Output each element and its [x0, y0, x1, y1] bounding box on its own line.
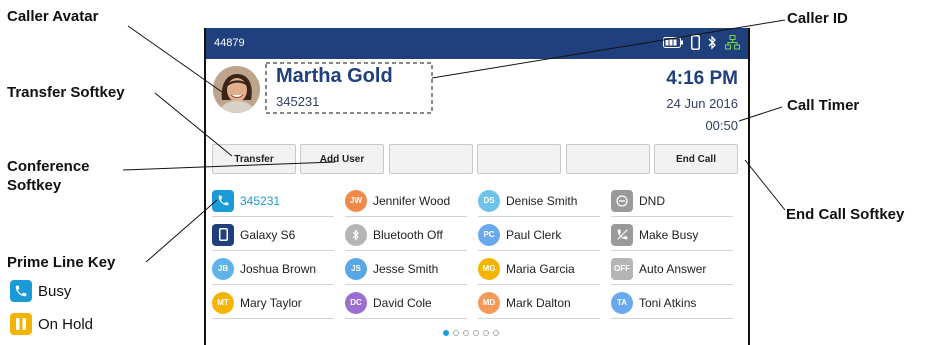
line-key-label: 345231	[240, 193, 281, 208]
line-key[interactable]: MD Mark Dalton	[478, 287, 600, 319]
line-key-label: Auto Answer	[639, 261, 707, 276]
contact-badge: MG	[478, 257, 500, 280]
page-dot[interactable]	[483, 330, 489, 336]
line-key[interactable]: Bluetooth Off	[345, 219, 467, 251]
phone-handset-icon	[10, 280, 32, 302]
line-key[interactable]: Galaxy S6	[212, 219, 334, 251]
contact-badge: MT	[212, 291, 234, 314]
mobile-phone-icon	[691, 35, 700, 50]
annotation-conference-softkey-line2: Softkey	[7, 177, 62, 194]
battery-icon	[663, 37, 683, 48]
line-key[interactable]: JS Jesse Smith	[345, 253, 467, 285]
call-timer: 00:50	[705, 118, 738, 133]
extension-number: 44879	[214, 37, 245, 49]
page-dot[interactable]	[473, 330, 479, 336]
line-key-label: Jennifer Wood	[373, 193, 451, 208]
annotation-caller-id: Caller ID	[787, 10, 848, 27]
legend-busy: Busy	[10, 280, 71, 302]
contact-badge: TA	[611, 291, 633, 314]
softkey-blank-4[interactable]	[477, 144, 561, 174]
caller-number: 345231	[276, 94, 320, 109]
contact-badge: PC	[478, 223, 500, 246]
bluetooth-icon	[345, 223, 367, 246]
line-key-label: Maria Garcia	[506, 261, 575, 276]
pause-icon	[10, 313, 32, 335]
annotation-call-timer: Call Timer	[787, 97, 860, 114]
caller-avatar	[213, 66, 260, 113]
line-key-label: DND	[639, 193, 665, 208]
status-bar: 44879	[206, 28, 748, 59]
softkey-transfer[interactable]: Transfer	[212, 144, 296, 174]
date: 24 Jun 2016	[666, 96, 738, 111]
line-key-label: Joshua Brown	[240, 261, 317, 276]
line-key[interactable]: DC David Cole	[345, 287, 467, 319]
softkey-blank-3[interactable]	[389, 144, 473, 174]
annotation-end-call-softkey: End Call Softkey	[786, 206, 905, 223]
line-key-label: Make Busy	[639, 227, 699, 242]
line-key-label: Galaxy S6	[240, 227, 296, 242]
line-key-label: Denise Smith	[506, 193, 578, 208]
line-key-label: David Cole	[373, 295, 432, 310]
contact-badge: OFF	[611, 257, 633, 280]
line-key[interactable]: Make Busy	[611, 219, 733, 251]
contact-badge: JW	[345, 189, 367, 212]
contact-badge: JB	[212, 257, 234, 280]
page-dot[interactable]	[493, 330, 499, 336]
legend-busy-label: Busy	[38, 282, 72, 300]
annotation-transfer-softkey: Transfer Softkey	[7, 84, 125, 101]
softkey-blank-5[interactable]	[566, 144, 650, 174]
contact-badge: JS	[345, 257, 367, 280]
line-key[interactable]: OFF Auto Answer	[611, 253, 733, 285]
mobile-phone-icon	[212, 223, 234, 246]
line-key[interactable]: JB Joshua Brown	[212, 253, 334, 285]
phone-handset-icon	[212, 189, 234, 212]
network-icon	[725, 35, 740, 50]
callout-line-end-call	[744, 159, 786, 211]
line-key[interactable]: MG Maria Garcia	[478, 253, 600, 285]
line-key[interactable]: JW Jennifer Wood	[345, 185, 467, 217]
caller-name: Martha Gold	[276, 65, 393, 87]
annotation-conference-softkey-line1: Conference	[7, 158, 90, 175]
clock: 4:16 PM	[666, 68, 738, 89]
phone-busy-icon	[611, 223, 633, 246]
line-key-label: Paul Clerk	[506, 227, 562, 242]
annotation-caller-avatar: Caller Avatar	[7, 8, 99, 25]
legend-on-hold-label: On Hold	[38, 315, 94, 333]
contact-badge: DC	[345, 291, 367, 314]
legend-on-hold: On Hold	[10, 313, 93, 335]
line-key-label: Bluetooth Off	[373, 227, 443, 242]
bluetooth-icon	[708, 35, 716, 50]
contact-badge: MD	[478, 291, 500, 314]
line-key-label: Mark Dalton	[506, 295, 571, 310]
contact-badge: DS	[478, 189, 500, 212]
page-dot[interactable]	[453, 330, 459, 336]
phone-screen: 44879 Martha Gold 345231 4:16 PM 24 Jun …	[204, 28, 750, 345]
line-key[interactable]: PC Paul Clerk	[478, 219, 600, 251]
line-key[interactable]: DS Denise Smith	[478, 185, 600, 217]
page-dot[interactable]	[443, 330, 449, 336]
line-key[interactable]: TA Toni Atkins	[611, 287, 733, 319]
page-indicator	[443, 330, 499, 336]
line-key-label: Mary Taylor	[240, 295, 302, 310]
line-key[interactable]: DND	[611, 185, 733, 217]
line-key[interactable]: MT Mary Taylor	[212, 287, 334, 319]
softkey-add-user[interactable]: Add User	[300, 144, 384, 174]
softkey-end-call[interactable]: End Call	[654, 144, 738, 174]
line-key-label: Jesse Smith	[373, 261, 439, 276]
annotation-prime-line-key: Prime Line Key	[7, 254, 116, 271]
dnd-icon	[611, 189, 633, 212]
line-key[interactable]: 345231	[212, 185, 334, 217]
page-dot[interactable]	[463, 330, 469, 336]
line-key-label: Toni Atkins	[639, 295, 697, 310]
